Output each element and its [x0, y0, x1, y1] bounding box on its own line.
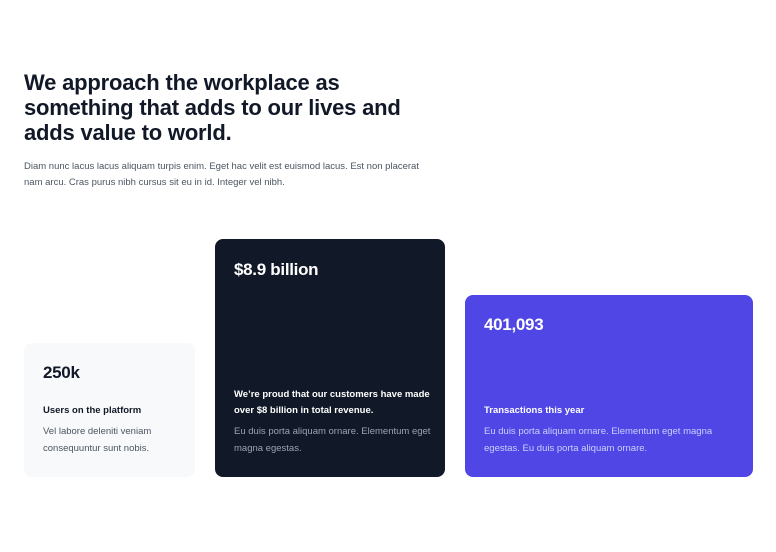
stat-card-users: 250k Users on the platform Vel labore de… [24, 343, 195, 477]
stat-description: Eu duis porta aliquam ornare. Elementum … [484, 426, 713, 454]
stat-description: Eu duis porta aliquam ornare. Elementum … [234, 426, 431, 454]
stat-description: Vel labore deleniti veniam consequuntur … [43, 426, 152, 454]
stat-card-body: Transactions this year Eu duis porta ali… [484, 403, 739, 457]
section-headline: We approach the workplace as something t… [24, 70, 401, 145]
stat-card-revenue: $8.9 billion We’re proud that our custom… [215, 239, 445, 477]
stat-card-body: Users on the platform Vel labore delenit… [43, 403, 181, 457]
stats-section: We approach the workplace as something t… [0, 0, 776, 552]
stat-card-transactions: 401,093 Transactions this year Eu duis p… [465, 295, 753, 477]
stat-title: Transactions this year [484, 405, 585, 416]
stat-value: 401,093 [484, 315, 544, 334]
stat-value: $8.9 billion [234, 260, 319, 279]
stat-card-body: We’re proud that our customers have made… [234, 387, 431, 457]
stat-title: We’re proud that our customers have made… [234, 389, 430, 416]
stat-value: 250k [43, 363, 80, 382]
stat-title: Users on the platform [43, 405, 142, 416]
section-intro: Diam nunc lacus lacus aliquam turpis eni… [24, 161, 419, 188]
